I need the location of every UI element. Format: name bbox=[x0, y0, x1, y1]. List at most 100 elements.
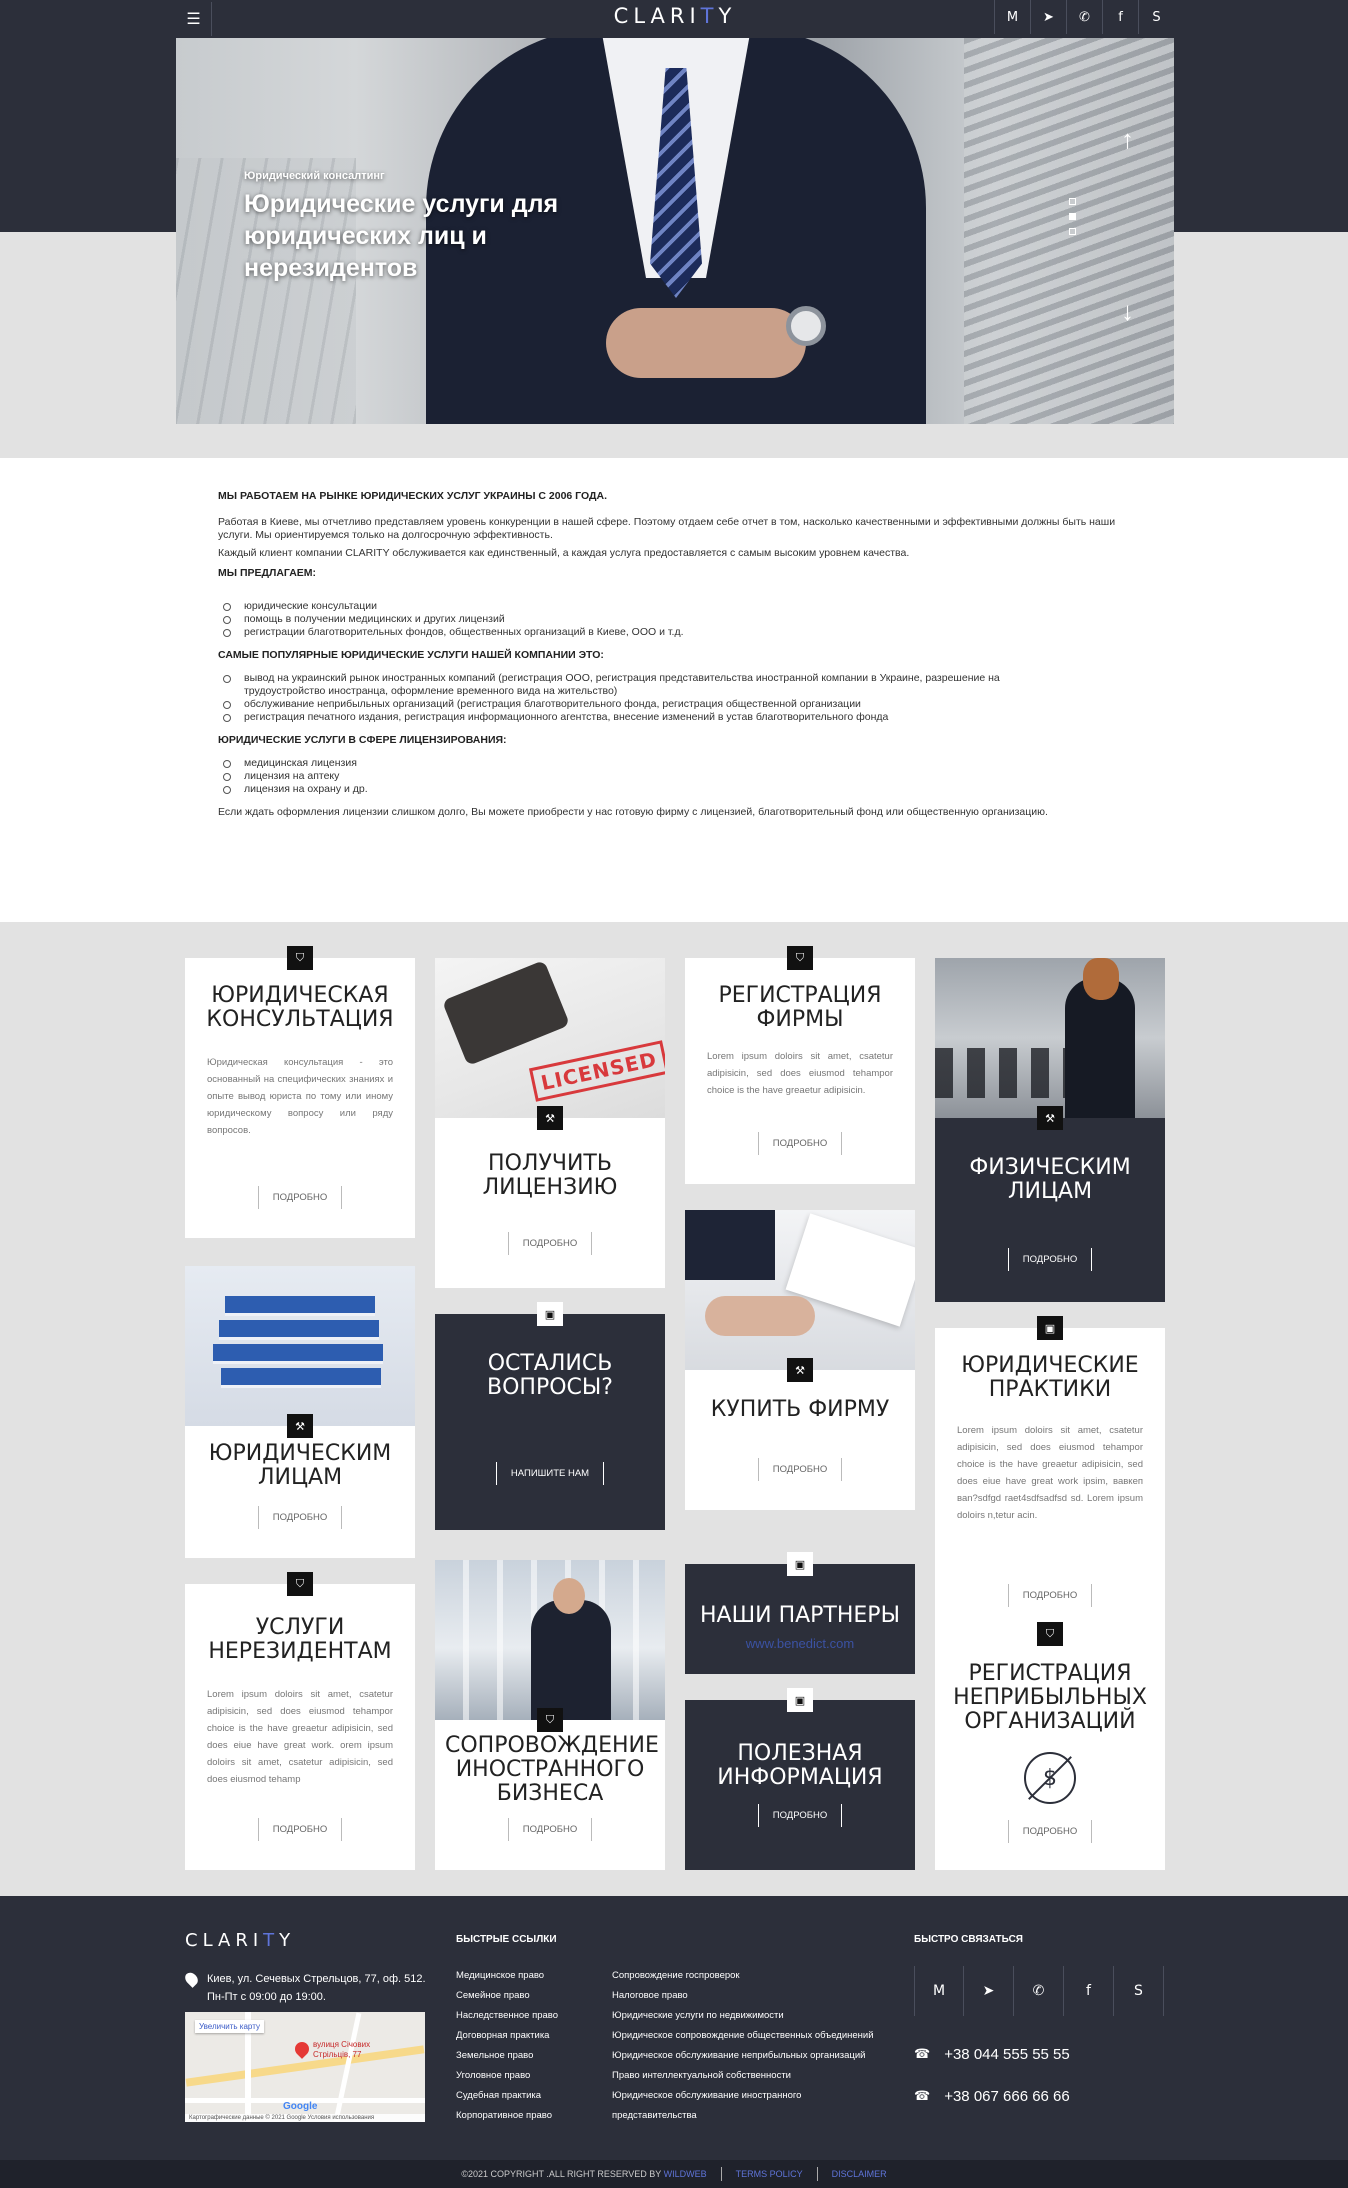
gmail-icon[interactable]: M bbox=[994, 0, 1030, 34]
skype-icon[interactable]: S bbox=[1114, 1966, 1164, 2016]
footer-link[interactable]: Право интеллектуальной собственности bbox=[612, 2066, 874, 2086]
slider-dot-2[interactable] bbox=[1069, 213, 1076, 220]
card-nonresident-services[interactable]: ⛉ УСЛУГИ НЕРЕЗИДЕНТАМ Lorem ipsum doloir… bbox=[185, 1572, 415, 1870]
map-road bbox=[333, 2012, 362, 2122]
facebook-icon[interactable]: f bbox=[1064, 1966, 1114, 2016]
disclaimer-link[interactable]: DISCLAIMER bbox=[832, 2169, 887, 2179]
footer-logo[interactable]: CLARITY bbox=[185, 1930, 295, 1951]
card-title: ПОЛЕЗНАЯ ИНФОРМАЦИЯ bbox=[717, 1741, 883, 1790]
briefcase-icon: ▣ bbox=[787, 1688, 813, 1712]
card-buy-company[interactable]: ⚒ КУПИТЬ ФИРМУ ПОДРОБНО bbox=[685, 1210, 915, 1510]
gavel-icon: ⚒ bbox=[537, 1106, 563, 1130]
about-heading-4: ЮРИДИЧЕСКИЕ УСЛУГИ В СФЕРЕ ЛИЦЕНЗИРОВАНИ… bbox=[218, 734, 507, 746]
gavel-icon: ⚒ bbox=[787, 1358, 813, 1382]
footer-link[interactable]: Сопровождение госпроверок bbox=[612, 1966, 874, 1986]
card-get-license[interactable]: LICENSED ⚒ ПОЛУЧИТЬ ЛИЦЕНЗИЮ ПОДРОБНО bbox=[435, 958, 665, 1288]
more-button[interactable]: ПОДРОБНО bbox=[1007, 1584, 1093, 1607]
footer-link[interactable]: представительства bbox=[612, 2106, 874, 2126]
card-questions[interactable]: ▣ ОСТАЛИСЬ ВОПРОСЫ? НАПИШИТЕ НАМ bbox=[435, 1302, 665, 1530]
footer-link[interactable]: Медицинское право bbox=[456, 1966, 558, 1986]
more-button[interactable]: ПОДРОБНО bbox=[757, 1132, 843, 1155]
site-logo[interactable]: CLARITY bbox=[614, 4, 737, 28]
slider-dot-3[interactable] bbox=[1069, 228, 1076, 235]
telegram-icon[interactable]: ➤ bbox=[1030, 0, 1066, 34]
card-partners[interactable]: ▣ НАШИ ПАРТНЕРЫ www.benedict.com bbox=[685, 1552, 915, 1674]
businessman-image bbox=[435, 1560, 665, 1720]
card-useful-info[interactable]: ▣ ПОЛЕЗНАЯ ИНФОРМАЦИЯ ПОДРОБНО bbox=[685, 1688, 915, 1870]
write-us-button[interactable]: НАПИШИТЕ НАМ bbox=[495, 1462, 605, 1485]
footer-link[interactable]: Наследственное право bbox=[456, 2006, 558, 2026]
gavel-icon: ⚒ bbox=[1037, 1106, 1063, 1130]
about-paragraph-1: Работая в Киеве, мы отчетливо представля… bbox=[218, 516, 1116, 541]
footer-link[interactable]: Юридическое обслуживание иностранного bbox=[612, 2086, 874, 2106]
card-foreign-business[interactable]: ⛉ СОПРОВОЖДЕНИЕ ИНОСТРАННОГО БИЗНЕСА ПОД… bbox=[435, 1560, 665, 1870]
about-paragraph-2: Каждый клиент компании CLARITY обслужива… bbox=[218, 547, 910, 559]
card-legal-consultation[interactable]: ⛉ ЮРИДИЧЕСКАЯ КОНСУЛЬТАЦИЯ Юридическая к… bbox=[185, 946, 415, 1238]
footer-link[interactable]: Судебная практика bbox=[456, 2086, 558, 2106]
more-button[interactable]: ПОДРОБНО bbox=[757, 1804, 843, 1827]
logo-text-1: CLARI bbox=[185, 1930, 264, 1951]
skype-icon[interactable]: S bbox=[1138, 0, 1174, 34]
card-title: НАШИ ПАРТНЕРЫ bbox=[700, 1603, 900, 1628]
footer-link[interactable]: Земельное право bbox=[456, 2046, 558, 2066]
enlarge-map-button[interactable]: Увеличить карту bbox=[195, 2020, 264, 2033]
footer-link[interactable]: Семейное право bbox=[456, 1986, 558, 2006]
card-title: СОПРОВОЖДЕНИЕ ИНОСТРАННОГО БИЗНЕСА bbox=[445, 1733, 659, 1806]
google-logo: Google bbox=[283, 2101, 318, 2112]
viber-icon[interactable]: ✆ bbox=[1066, 0, 1102, 34]
slider-dot-1[interactable] bbox=[1069, 198, 1076, 205]
card-legal-entities[interactable]: ⚒ ЮРИДИЧЕСКИМ ЛИЦАМ ПОДРОБНО bbox=[185, 1266, 415, 1558]
facebook-icon[interactable]: f bbox=[1102, 0, 1138, 34]
partner-link[interactable]: www.benedict.com bbox=[685, 1636, 915, 1651]
arrow-down-icon[interactable]: ↓ bbox=[1121, 296, 1134, 327]
more-button[interactable]: ПОДРОБНО bbox=[257, 1186, 343, 1209]
shield-icon: ⛉ bbox=[537, 1708, 563, 1732]
more-button[interactable]: ПОДРОБНО bbox=[757, 1458, 843, 1481]
more-button[interactable]: ПОДРОБНО bbox=[507, 1232, 593, 1255]
more-button[interactable]: ПОДРОБНО bbox=[1007, 1248, 1093, 1271]
more-button[interactable]: ПОДРОБНО bbox=[257, 1818, 343, 1841]
footer-link[interactable]: Уголовное право bbox=[456, 2066, 558, 2086]
card-legal-practices[interactable]: ▣ ЮРИДИЧЕСКИЕ ПРАКТИКИ Lorem ipsum doloi… bbox=[935, 1316, 1165, 1636]
card-title: ЮРИДИЧЕСКИМ ЛИЦАМ bbox=[208, 1441, 392, 1490]
footer-map[interactable]: Увеличить карту вулиця Січових Стрільців… bbox=[185, 2012, 425, 2122]
card-text: Lorem ipsum doloirs sit amet, csatetur a… bbox=[957, 1425, 1143, 1521]
more-button[interactable]: ПОДРОБНО bbox=[507, 1818, 593, 1841]
card-title: ПОЛУЧИТЬ ЛИЦЕНЗИЮ bbox=[482, 1151, 618, 1200]
wildweb-link[interactable]: WILDWEB bbox=[664, 2169, 707, 2179]
logo-text-2: Y bbox=[718, 4, 737, 28]
logo-accent: T bbox=[263, 1930, 280, 1951]
quick-links-col-2: Сопровождение госпроверок Налоговое прав… bbox=[612, 1966, 874, 2126]
footer-link[interactable]: Налоговое право bbox=[612, 1986, 874, 2006]
logo-accent: T bbox=[700, 4, 719, 28]
hero-watch bbox=[786, 306, 826, 346]
phone-2[interactable]: ☎ +38 067 666 66 66 bbox=[914, 2088, 1070, 2105]
footer-link[interactable]: Корпоративное право bbox=[456, 2106, 558, 2126]
licensed-stamp-text: LICENSED bbox=[528, 1040, 665, 1102]
card-company-registration[interactable]: ⛉ РЕГИСТРАЦИЯ ФИРМЫ Lorem ipsum doloirs … bbox=[685, 946, 915, 1184]
card-individuals[interactable]: ⚒ ФИЗИЧЕСКИМ ЛИЦАМ ПОДРОБНО bbox=[935, 958, 1165, 1302]
terms-policy-link[interactable]: TERMS POLICY bbox=[736, 2169, 803, 2179]
card-nonprofit-registration[interactable]: ⛉ РЕГИСТРАЦИЯ НЕПРИБЫЛЬНЫХ ОРГАНИЗАЦИЙ $… bbox=[935, 1622, 1165, 1870]
viber-icon[interactable]: ✆ bbox=[1014, 1966, 1064, 2016]
card-text: Lorem ipsum doloirs sit amet, csatetur a… bbox=[707, 1051, 893, 1096]
card-title: ЮРИДИЧЕСКИЕ ПРАКТИКИ bbox=[961, 1353, 1139, 1402]
chairs bbox=[935, 1048, 1065, 1098]
footer-link[interactable]: Юридическое сопровождение общественных о… bbox=[612, 2026, 874, 2046]
topbar: ☰ CLARITY M ➤ ✆ f S bbox=[176, 0, 1174, 38]
more-button[interactable]: ПОДРОБНО bbox=[1007, 1820, 1093, 1843]
briefcase-icon: ▣ bbox=[537, 1302, 563, 1326]
phone-1[interactable]: ☎ +38 044 555 55 55 bbox=[914, 2046, 1070, 2063]
more-button[interactable]: ПОДРОБНО bbox=[257, 1506, 343, 1529]
telegram-icon[interactable]: ➤ bbox=[964, 1966, 1014, 2016]
footer-link[interactable]: Юридические услуги по недвижимости bbox=[612, 2006, 874, 2026]
footer-link[interactable]: Юридическое обслуживание неприбыльных ор… bbox=[612, 2046, 874, 2066]
shield-icon: ⛉ bbox=[287, 946, 313, 970]
gmail-icon[interactable]: M bbox=[914, 1966, 964, 2016]
footer-link[interactable]: Договорная практика bbox=[456, 2026, 558, 2046]
list-item: помощь в получении медицинских и других … bbox=[218, 613, 1118, 626]
arrow-up-icon[interactable]: ↑ bbox=[1121, 124, 1134, 155]
offer-list: юридические консультации помощь в получе… bbox=[218, 600, 1118, 639]
briefcase-icon: ▣ bbox=[1037, 1316, 1063, 1340]
hamburger-icon[interactable]: ☰ bbox=[176, 2, 212, 36]
